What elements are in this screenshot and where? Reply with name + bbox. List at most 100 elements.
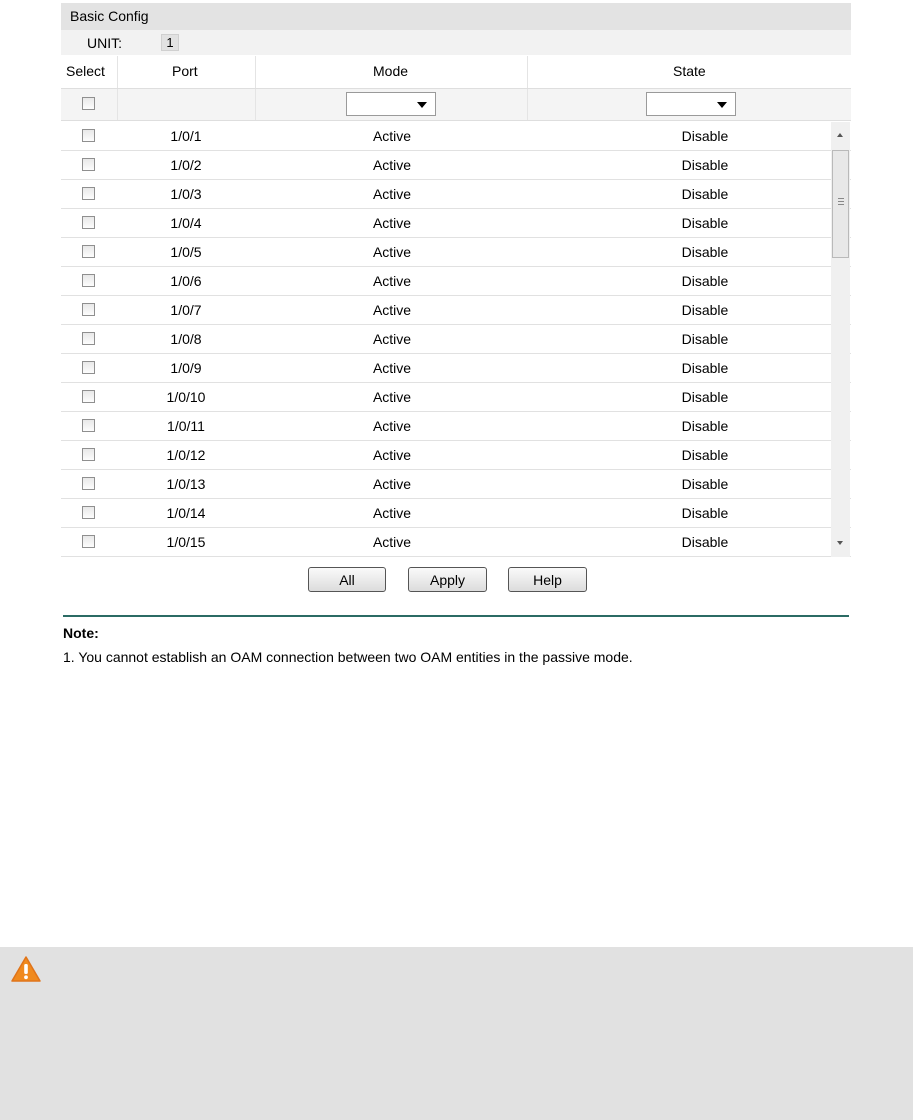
basic-config-panel: Basic Config UNIT: 1 Select Port Mode St…: [61, 3, 851, 592]
port-cell: 1/0/12: [166, 447, 206, 463]
port-cell: 1/0/8: [170, 331, 202, 347]
state-cell: Disable: [681, 186, 729, 202]
scroll-down-icon[interactable]: [837, 541, 843, 545]
state-cell: Disable: [681, 273, 729, 289]
row-checkbox[interactable]: [82, 303, 95, 316]
header-select: Select: [66, 63, 105, 79]
state-cell: Disable: [681, 447, 729, 463]
chevron-down-icon: [417, 102, 427, 108]
row-checkbox[interactable]: [82, 332, 95, 345]
mode-cell: Active: [372, 128, 412, 144]
table-row: 1/0/2 Active Disable: [61, 151, 851, 180]
state-cell: Disable: [681, 244, 729, 260]
filter-row: [61, 89, 851, 121]
table-row: 1/0/5 Active Disable: [61, 238, 851, 267]
port-cell: 1/0/14: [166, 505, 206, 521]
port-cell: 1/0/6: [170, 273, 202, 289]
table-scrollbar[interactable]: [831, 122, 850, 557]
all-button[interactable]: All: [308, 567, 386, 592]
mode-cell: Active: [372, 476, 412, 492]
mode-cell: Active: [372, 302, 412, 318]
scrollbar-thumb[interactable]: [832, 150, 849, 258]
state-cell: Disable: [681, 389, 729, 405]
row-checkbox[interactable]: [82, 274, 95, 287]
header-port: Port: [172, 63, 198, 79]
port-cell: 1/0/5: [170, 244, 202, 260]
warning-box: [0, 947, 913, 1120]
table-header: Select Port Mode State: [61, 56, 851, 89]
table-row: 1/0/14 Active Disable: [61, 499, 851, 528]
panel-title: Basic Config: [61, 3, 851, 30]
table-row: 1/0/10 Active Disable: [61, 383, 851, 412]
row-checkbox[interactable]: [82, 158, 95, 171]
table-row: 1/0/7 Active Disable: [61, 296, 851, 325]
state-cell: Disable: [681, 360, 729, 376]
row-checkbox[interactable]: [82, 361, 95, 374]
port-cell: 1/0/1: [170, 128, 202, 144]
note-text: 1. You cannot establish an OAM connectio…: [63, 649, 633, 665]
port-cell: 1/0/15: [166, 534, 206, 550]
mode-cell: Active: [372, 157, 412, 173]
header-mode: Mode: [373, 63, 409, 79]
table-row: 1/0/4 Active Disable: [61, 209, 851, 238]
scroll-up-icon[interactable]: [837, 133, 843, 137]
mode-cell: Active: [372, 360, 412, 376]
mode-cell: Active: [372, 389, 412, 405]
warning-icon: [10, 955, 42, 986]
port-cell: 1/0/7: [170, 302, 202, 318]
port-cell: 1/0/9: [170, 360, 202, 376]
port-cell: 1/0/2: [170, 157, 202, 173]
mode-cell: Active: [372, 273, 412, 289]
table-row: 1/0/11 Active Disable: [61, 412, 851, 441]
mode-cell: Active: [372, 331, 412, 347]
select-all-checkbox[interactable]: [82, 97, 95, 110]
state-cell: Disable: [681, 302, 729, 318]
unit-row: UNIT: 1: [61, 30, 851, 56]
note-divider: [63, 615, 849, 617]
table-row: 1/0/9 Active Disable: [61, 354, 851, 383]
table-row: 1/0/6 Active Disable: [61, 267, 851, 296]
port-cell: 1/0/11: [167, 418, 205, 434]
port-cell: 1/0/13: [166, 476, 206, 492]
button-bar: All Apply Help: [61, 561, 851, 601]
row-checkbox[interactable]: [82, 477, 95, 490]
apply-button[interactable]: Apply: [408, 567, 487, 592]
mode-cell: Active: [372, 418, 412, 434]
help-button[interactable]: Help: [508, 567, 587, 592]
unit-selector[interactable]: 1: [161, 34, 179, 51]
table-row: 1/0/8 Active Disable: [61, 325, 851, 354]
table-row: 1/0/15 Active Disable: [61, 528, 851, 557]
table-row: 1/0/1 Active Disable: [61, 122, 851, 151]
port-table-body: 1/0/1 Active Disable 1/0/2 Active Disable 1/…: [61, 122, 851, 557]
state-cell: Disable: [681, 418, 729, 434]
row-checkbox[interactable]: [82, 129, 95, 142]
state-cell: Disable: [681, 534, 729, 550]
row-checkbox[interactable]: [82, 390, 95, 403]
row-checkbox[interactable]: [82, 187, 95, 200]
state-filter-select[interactable]: [646, 92, 736, 116]
row-checkbox[interactable]: [82, 448, 95, 461]
unit-label: UNIT:: [87, 35, 122, 51]
port-cell: 1/0/4: [170, 215, 202, 231]
table-row: 1/0/12 Active Disable: [61, 441, 851, 470]
row-checkbox[interactable]: [82, 535, 95, 548]
port-cell: 1/0/10: [166, 389, 206, 405]
row-checkbox[interactable]: [82, 419, 95, 432]
note-title: Note:: [63, 625, 99, 641]
mode-cell: Active: [372, 534, 412, 550]
state-cell: Disable: [681, 331, 729, 347]
state-cell: Disable: [681, 128, 729, 144]
state-cell: Disable: [681, 215, 729, 231]
row-checkbox[interactable]: [82, 216, 95, 229]
state-cell: Disable: [681, 505, 729, 521]
port-cell: 1/0/3: [170, 186, 202, 202]
mode-cell: Active: [372, 215, 412, 231]
row-checkbox[interactable]: [82, 506, 95, 519]
mode-cell: Active: [372, 244, 412, 260]
state-cell: Disable: [681, 476, 729, 492]
table-row: 1/0/13 Active Disable: [61, 470, 851, 499]
mode-filter-select[interactable]: [346, 92, 436, 116]
row-checkbox[interactable]: [82, 245, 95, 258]
state-cell: Disable: [681, 157, 729, 173]
mode-cell: Active: [372, 186, 412, 202]
